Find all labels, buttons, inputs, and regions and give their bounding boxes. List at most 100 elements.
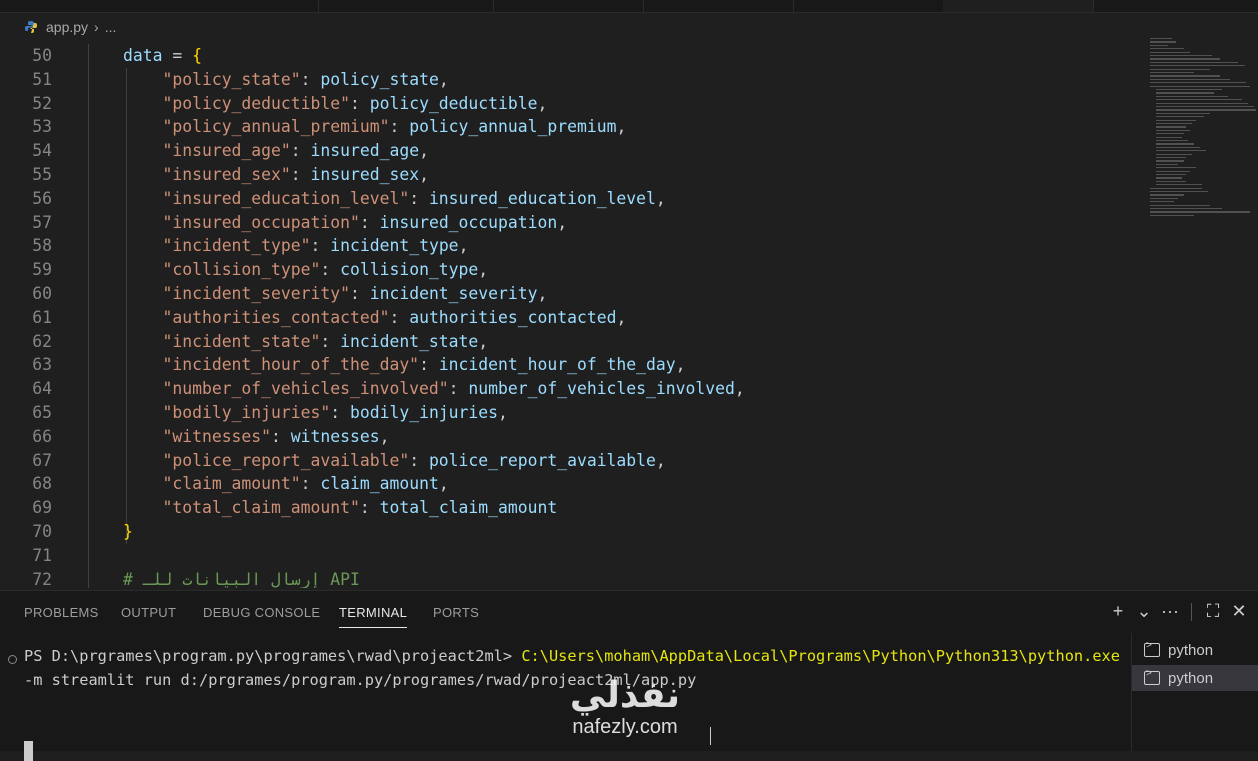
code-token: "number_of_vehicles_involved" [162,379,449,399]
code-editor[interactable]: 50 data = {51 "policy_state": policy_stat… [0,44,1258,588]
code-line[interactable]: 59 "collision_type": collision_type, [0,258,1140,282]
tab-output[interactable]: OUTPUT [121,605,176,620]
code-line[interactable]: 55 "insured_sex": insured_sex, [0,163,1140,187]
breadcrumb: app.py › ... [24,16,116,38]
code-line[interactable]: 61 "authorities_contacted": authorities_… [0,306,1140,330]
terminal-instance-selected[interactable]: python [1132,665,1258,691]
code-token: insured_age [310,141,420,161]
code-line[interactable]: 71 [0,544,1140,568]
code-text: "incident_severity": incident_severity, [123,282,547,306]
code-token: incident_state [340,331,479,351]
minimap-line [1150,82,1246,84]
code-line[interactable]: 52 "policy_deductible": policy_deductibl… [0,92,1140,116]
tab-ports[interactable]: PORTS [433,605,479,620]
code-line[interactable]: 64 "number_of_vehicles_involved": number… [0,377,1140,401]
code-text: "bodily_injuries": bodily_injuries, [123,401,508,425]
terminal-instance-label: python [1168,641,1214,659]
minimap-line [1150,55,1212,57]
minimap-line [1156,109,1256,111]
minimap-line [1150,58,1220,60]
code-line[interactable]: 56 "insured_education_level": insured_ed… [0,187,1140,211]
code-text: "authorities_contacted": authorities_con… [123,306,626,330]
code-line[interactable]: 60 "incident_severity": incident_severit… [0,282,1140,306]
code-token: : [290,141,311,161]
tab-debug-console[interactable]: DEBUG CONSOLE [203,605,320,620]
code-line[interactable]: 50 data = { [0,44,1140,68]
minimap-line [1156,92,1214,94]
code-line[interactable]: 70} [0,520,1140,544]
minimap[interactable] [1148,38,1258,223]
code-token: "police_report_available" [162,450,410,470]
minimap-line [1156,136,1182,138]
minimap-line [1150,197,1178,199]
code-token: policy_state [320,69,439,89]
editor-tab[interactable] [493,0,644,12]
code-token: : [320,260,341,280]
code-line[interactable]: 72 # إرسال البيانات للـ API [0,568,1140,588]
new-terminal-plus-icon[interactable]: + [1105,601,1131,622]
code-token: , [498,403,508,422]
code-token: : [359,498,380,518]
code-token: insured_occupation [379,212,558,232]
minimap-line [1150,65,1245,67]
code-text: "incident_state": incident_state, [123,330,488,354]
code-token: "incident_state" [162,331,321,351]
tab-terminal[interactable]: TERMINAL [339,605,408,628]
code-line[interactable]: 51 "policy_state": policy_state, [0,68,1140,92]
code-token: , [478,260,489,280]
terminal-instance[interactable]: python [1132,637,1258,663]
code-line[interactable]: 68 "claim_amount": claim_amount, [0,472,1140,496]
code-token: "collision_type" [162,260,321,280]
close-panel-icon[interactable]: ✕ [1226,601,1252,622]
code-line[interactable]: 63 "incident_hour_of_the_day": incident_… [0,353,1140,377]
line-number: 59 [32,260,52,280]
code-text: "insured_sex": insured_sex, [123,163,429,187]
code-line[interactable]: 53 "policy_annual_premium": policy_annua… [0,115,1140,139]
command-decoration-circle-icon[interactable] [8,655,17,664]
terminal-dropdown-chevron-icon[interactable]: ⌄ [1131,601,1157,622]
minimap-line [1156,95,1228,97]
minimap-line [1150,68,1210,70]
minimap-line [1150,75,1220,77]
code-line[interactable]: 65 "bodily_injuries": bodily_injuries, [0,401,1140,425]
tab-problems[interactable]: PROBLEMS [24,605,99,620]
more-actions-icon[interactable]: ··· [1157,601,1183,622]
minimap-line [1156,123,1192,125]
line-number: 58 [32,236,52,256]
editor-tab[interactable] [643,0,794,12]
code-line[interactable]: 69 "total_claim_amount": total_claim_amo… [0,496,1140,520]
code-token: incident_severity [369,284,538,303]
code-token: , [419,165,429,184]
code-line[interactable]: 57 "insured_occupation": insured_occupat… [0,211,1140,235]
code-token: , [438,474,449,494]
code-line[interactable]: 62 "incident_state": incident_state, [0,330,1140,354]
breadcrumb-file[interactable]: app.py [46,19,88,35]
editor-tab-active[interactable] [943,0,1094,12]
code-token: total_claim_amount [379,498,558,518]
breadcrumb-more[interactable]: ... [105,19,117,35]
code-text: "policy_deductible": policy_deductible, [123,92,547,116]
editor-tab[interactable] [0,0,319,12]
panel-actions: + ⌄ ··· ⛶ ✕ [1105,601,1252,622]
minimap-line [1156,146,1200,148]
code-line[interactable]: 58 "incident_type": incident_type, [0,234,1140,258]
maximize-panel-icon[interactable]: ⛶ [1200,601,1226,622]
code-token: incident_type [330,236,459,256]
code-line[interactable]: 67 "police_report_available": police_rep… [0,449,1140,473]
minimap-line [1156,129,1190,131]
editor-tab[interactable] [793,0,944,12]
code-token: policy_annual_premium [409,117,617,137]
line-number: 50 [32,46,52,65]
code-line[interactable]: 66 "witnesses": witnesses, [0,425,1140,449]
minimap-line [1150,44,1168,46]
editor-tab[interactable] [318,0,494,12]
code-line[interactable]: 54 "insured_age": insured_age, [0,139,1140,163]
terminal-instance-list: python python [1131,633,1258,751]
code-token: collision_type [340,260,479,280]
code-token: : [409,188,429,208]
